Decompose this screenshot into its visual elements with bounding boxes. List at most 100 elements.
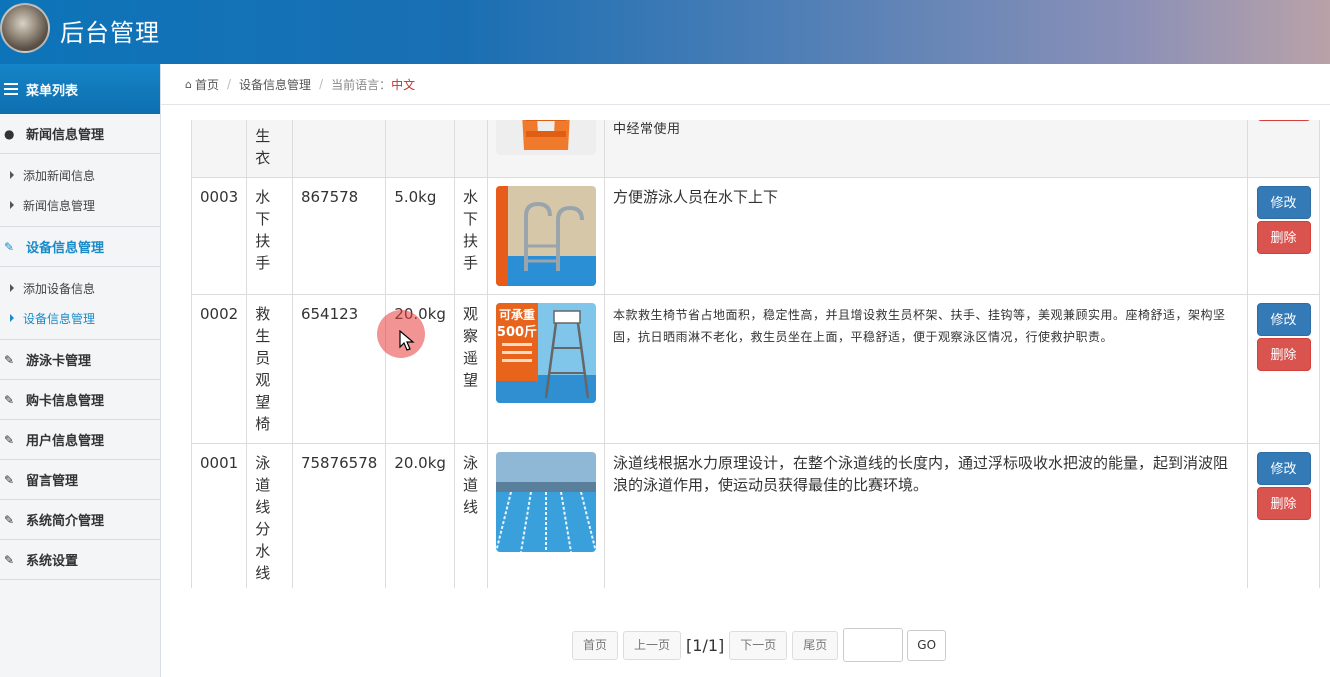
table-row: 0001 泳道线分水线 75876578 20.0kg 泳道线 泳道线根据水力原… bbox=[191, 443, 1320, 588]
sidebar-group-intro[interactable]: ✎ 系统简介管理 bbox=[0, 500, 160, 540]
device-table: 生衣 中经常使用 修改 0003 水下扶手 867578 5.0kg bbox=[191, 120, 1320, 588]
edit-icon: ✎ bbox=[4, 239, 15, 254]
pagination: 首页 上一页 [1/1] 下一页 尾页 GO bbox=[572, 628, 947, 662]
edit-icon: ✎ bbox=[4, 352, 15, 367]
edit-icon: ✎ bbox=[4, 552, 15, 567]
sidebar-item-label: 设备信息管理 bbox=[23, 311, 96, 326]
delete-button[interactable]: 删除 bbox=[1256, 487, 1311, 520]
cell-image: 可承重 500斤 bbox=[486, 294, 605, 444]
sidebar-item-label: 新闻信息管理 bbox=[23, 198, 96, 213]
cell-name: 水下扶手 bbox=[246, 177, 293, 295]
cell-image bbox=[486, 177, 605, 295]
sidebar-item-device-manage[interactable]: 设备信息管理 bbox=[0, 303, 160, 333]
device-use: 泳道线 bbox=[462, 454, 478, 516]
device-name: 水下扶手 bbox=[255, 188, 271, 272]
cell-image bbox=[486, 120, 605, 178]
cell-actions: 修改 删除 bbox=[1247, 177, 1320, 295]
cell-code: 867578 bbox=[291, 177, 387, 295]
delete-button[interactable]: 修改 bbox=[1256, 120, 1311, 121]
table-row: 0003 水下扶手 867578 5.0kg 水下扶手 方便游泳人员在水下上下 … bbox=[191, 177, 1320, 295]
sidebar-group-label: 游泳卡管理 bbox=[26, 354, 92, 369]
cell-use: 泳道线 bbox=[453, 443, 488, 588]
lifeguard-chair-image: 可承重 500斤 bbox=[495, 303, 596, 403]
edit-icon: ✎ bbox=[4, 472, 15, 487]
first-page-button[interactable]: 首页 bbox=[572, 630, 619, 660]
app-title: 后台管理 bbox=[60, 19, 160, 47]
sidebar-group-label: 系统简介管理 bbox=[26, 514, 105, 529]
edit-icon: ✎ bbox=[4, 392, 15, 407]
page-info: [1/1] bbox=[686, 635, 725, 655]
edit-button[interactable]: 修改 bbox=[1256, 186, 1311, 219]
breadcrumb-current[interactable]: 设备信息管理 bbox=[239, 76, 311, 93]
sidebar-item-news-manage[interactable]: 新闻信息管理 bbox=[0, 190, 160, 220]
menu-title: 菜单列表 bbox=[26, 83, 79, 99]
cell-use: 水下扶手 bbox=[453, 177, 488, 295]
cell-name: 救生员观望椅 bbox=[246, 294, 293, 444]
cell-id: 0001 bbox=[191, 443, 248, 588]
cell-desc: 泳道线根据水力原理设计，在整个泳道线的长度内，通过浮标吸收水把波的能量，起到消波… bbox=[603, 443, 1249, 588]
sidebar-group-settings[interactable]: ✎ 系统设置 bbox=[0, 540, 160, 580]
breadcrumb: ⌂ 首页 / 设备信息管理 / 当前语言： 中文 bbox=[161, 64, 1330, 105]
cell-use bbox=[453, 120, 488, 178]
breadcrumb-separator: / bbox=[227, 77, 232, 91]
caret-right-icon bbox=[10, 201, 14, 209]
cell-actions: 修改 bbox=[1247, 120, 1320, 178]
device-name: 泳道线分水线 bbox=[255, 454, 271, 582]
sidebar-group-purchase[interactable]: ✎ 购卡信息管理 bbox=[0, 380, 160, 420]
sidebar-group-label: 留言管理 bbox=[26, 474, 79, 489]
sidebar-group-label: 购卡信息管理 bbox=[26, 394, 105, 409]
cell-code: 75876578 bbox=[291, 443, 387, 588]
last-page-button[interactable]: 尾页 bbox=[792, 630, 839, 660]
go-button[interactable]: GO bbox=[907, 629, 947, 661]
sidebar-group-device[interactable]: ✎ 设备信息管理 bbox=[0, 227, 160, 267]
cell-desc: 本款救生椅节省占地面积，稳定性高，并且增设救生员杯架、扶手、挂钩等，美观兼顾实用… bbox=[603, 294, 1249, 444]
breadcrumb-separator: / bbox=[319, 77, 324, 91]
cell-weight bbox=[385, 120, 455, 178]
caret-right-icon bbox=[10, 314, 14, 322]
product-label: 可承重 bbox=[499, 307, 535, 322]
list-icon bbox=[4, 83, 18, 95]
sidebar-group-label: 新闻信息管理 bbox=[26, 128, 105, 143]
device-desc: 中经常使用 bbox=[612, 122, 681, 137]
cell-id: 0003 bbox=[191, 177, 248, 295]
edit-button[interactable]: 修改 bbox=[1256, 303, 1311, 336]
next-page-button[interactable]: 下一页 bbox=[729, 630, 788, 660]
cell-name: 生衣 bbox=[246, 120, 293, 178]
cell-image bbox=[486, 443, 605, 588]
delete-button[interactable]: 删除 bbox=[1256, 338, 1311, 371]
breadcrumb-home[interactable]: 首页 bbox=[195, 76, 219, 93]
language-label: 当前语言： bbox=[331, 77, 392, 92]
device-desc: 本款救生椅节省占地面积，稳定性高，并且增设救生员杯架、扶手、挂钩等，美观兼顾实用… bbox=[612, 308, 1226, 344]
sidebar-sub-news: 添加新闻信息 新闻信息管理 bbox=[0, 154, 160, 227]
delete-button[interactable]: 删除 bbox=[1256, 221, 1311, 254]
product-label: 500斤 bbox=[497, 324, 537, 340]
sidebar-group-swimcard[interactable]: ✎ 游泳卡管理 bbox=[0, 340, 160, 380]
user-icon: ● bbox=[4, 126, 15, 141]
avatar bbox=[0, 3, 50, 53]
sidebar-group-users[interactable]: ✎ 用户信息管理 bbox=[0, 420, 160, 460]
cell-desc: 方便游泳人员在水下上下 bbox=[603, 177, 1249, 295]
sidebar-group-news[interactable]: ● 新闻信息管理 bbox=[0, 114, 160, 154]
cell-desc: 中经常使用 bbox=[603, 120, 1249, 178]
sidebar-item-label: 添加设备信息 bbox=[23, 281, 96, 296]
edit-icon: ✎ bbox=[4, 512, 15, 527]
sidebar-item-add-news[interactable]: 添加新闻信息 bbox=[0, 160, 160, 190]
life-jacket-image bbox=[495, 120, 596, 155]
device-use: 水下扶手 bbox=[462, 188, 478, 272]
sidebar-item-add-device[interactable]: 添加设备信息 bbox=[0, 273, 160, 303]
cell-actions: 修改 删除 bbox=[1247, 294, 1320, 444]
page-number-input[interactable] bbox=[843, 628, 904, 662]
cell-code bbox=[291, 120, 387, 178]
caret-right-icon bbox=[10, 284, 14, 292]
sidebar-group-messages[interactable]: ✎ 留言管理 bbox=[0, 460, 160, 500]
device-use: 观察遥望 bbox=[462, 305, 478, 389]
table-row: 生衣 中经常使用 修改 bbox=[191, 120, 1320, 178]
device-name: 生衣 bbox=[255, 127, 271, 167]
prev-page-button[interactable]: 上一页 bbox=[623, 630, 682, 660]
sidebar-sub-device: 添加设备信息 设备信息管理 bbox=[0, 267, 160, 340]
language-value: 中文 bbox=[391, 77, 416, 92]
edit-button[interactable]: 修改 bbox=[1256, 452, 1311, 485]
sidebar-group-label: 用户信息管理 bbox=[26, 434, 105, 449]
sidebar: 菜单列表 ● 新闻信息管理 添加新闻信息 新闻信息管理 ✎ 设备信息管理 添加设… bbox=[0, 64, 161, 677]
cell-actions: 修改 删除 bbox=[1247, 443, 1320, 588]
